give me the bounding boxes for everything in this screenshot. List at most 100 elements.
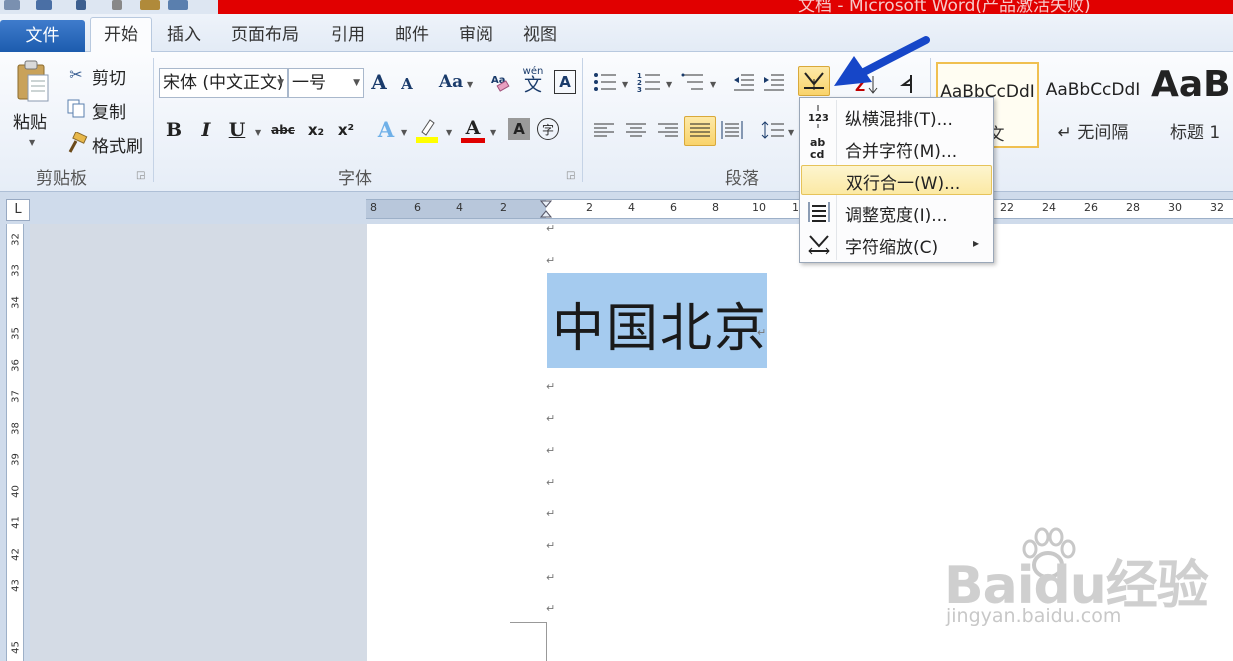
justify-icon[interactable] [684, 116, 716, 146]
copy-icon[interactable] [66, 98, 86, 118]
italic-button[interactable]: I [196, 118, 216, 142]
tab-insert[interactable]: 插入 [160, 18, 208, 52]
ruler-tick: 33 [10, 264, 22, 277]
grow-font-icon[interactable]: A [368, 70, 390, 94]
style-heading-1[interactable]: AaBb 标题 1 [1148, 62, 1233, 148]
tab-page-layout[interactable]: 页面布局 [222, 18, 308, 52]
text-effects-icon[interactable]: A [374, 116, 398, 142]
format-icon[interactable] [140, 0, 160, 10]
paste-button[interactable]: 粘贴 [13, 108, 47, 133]
paragraph-mark: ↵ [546, 254, 556, 267]
superscript-button[interactable]: x² [334, 118, 358, 142]
font-color-dropdown-icon[interactable]: ▼ [490, 128, 496, 137]
clipboard-group-label: 剪贴板 [36, 169, 87, 189]
menu-item-adjust-width[interactable]: 调整宽度(I)... [801, 197, 992, 227]
copy-button[interactable]: 复制 [92, 98, 126, 123]
ruler-tick: 41 [10, 516, 22, 529]
ruler-tick: 43 [10, 579, 22, 592]
align-left-icon[interactable] [592, 120, 616, 142]
ribbon-tab-bar: 文件 开始 插入 页面布局 引用 邮件 审阅 视图 [0, 14, 1233, 53]
multilevel-dropdown-icon[interactable]: ▼ [710, 80, 716, 89]
menu-item-combine-chars[interactable]: ab cd 合并字符(M)... [801, 133, 992, 163]
tab-file[interactable]: 文件 [0, 20, 85, 52]
tab-home[interactable]: 开始 [90, 17, 152, 53]
font-dialog-launcher[interactable]: ◲ [566, 170, 575, 181]
enclose-char-icon[interactable]: 字 [537, 118, 559, 140]
highlight-dropdown-icon[interactable]: ▼ [446, 128, 452, 137]
underline-button[interactable]: U [227, 118, 247, 142]
watermark: Baidu经验 jingyan.baidu.com [940, 525, 1230, 635]
line-spacing-icon[interactable] [760, 118, 786, 142]
ruler-tick: 32 [1210, 201, 1224, 214]
tab-selector[interactable]: L [6, 199, 30, 221]
highlight-icon[interactable] [414, 116, 440, 144]
indent-marker[interactable] [539, 200, 553, 218]
vertical-ruler[interactable]: 32 33 34 35 36 37 38 39 40 41 42 43 45 [6, 224, 24, 661]
menu-item-two-lines-in-one[interactable]: 双行合一(W)... [801, 165, 992, 195]
font-name-combo[interactable]: 宋体 (中文正文) ▼ [159, 68, 288, 98]
selected-text[interactable]: 中国北京 [552, 286, 768, 361]
paragraph-mark: ↵ [546, 476, 556, 489]
numbering-dropdown-icon[interactable]: ▼ [666, 80, 672, 89]
ruler-tick: 2 [586, 201, 593, 214]
chevron-down-icon[interactable]: ▼ [277, 69, 284, 97]
decrease-indent-icon[interactable] [732, 70, 756, 94]
tab-review[interactable]: 审阅 [450, 18, 502, 52]
undo-icon[interactable] [76, 0, 86, 10]
format-painter-icon[interactable] [66, 132, 88, 154]
phonetic-guide-icon[interactable]: wén 文 [520, 66, 546, 96]
ribbon: 粘贴 ▼ ✂ 剪切 复制 格式刷 剪贴板 ◲ 宋体 (中文正文) ▼ 一号 ▼ … [0, 52, 1233, 192]
tab-references[interactable]: 引用 [322, 18, 374, 52]
numbering-icon[interactable]: 123 [636, 70, 662, 94]
char-scale-icon [807, 232, 831, 256]
ruler-tick: 30 [1168, 201, 1182, 214]
paste-dropdown-icon[interactable]: ▼ [29, 138, 35, 147]
chevron-down-icon[interactable]: ▼ [353, 69, 360, 97]
asian-layout-button[interactable] [798, 66, 830, 96]
text-effects-dropdown-icon[interactable]: ▼ [401, 128, 407, 137]
window-title: 文档 - Microsoft Word(产品激活失败) [798, 0, 1091, 14]
tab-view[interactable]: 视图 [514, 18, 566, 52]
ruler-tick: 39 [10, 453, 22, 466]
align-center-icon[interactable] [624, 120, 648, 142]
ruler-tick: 42 [10, 548, 22, 561]
style-no-spacing[interactable]: AaBbCcDdI ↵ 无间隔 [1042, 62, 1144, 148]
cut-icon[interactable]: ✂ [66, 64, 86, 84]
clear-format-icon[interactable]: Aa [490, 70, 512, 94]
shrink-font-icon[interactable]: A [398, 74, 416, 94]
change-case-dropdown-icon[interactable]: ▼ [467, 80, 473, 89]
tab-mailings[interactable]: 邮件 [386, 18, 438, 52]
subscript-button[interactable]: x₂ [304, 118, 328, 142]
save-icon[interactable] [36, 0, 52, 10]
multilevel-list-icon[interactable] [680, 70, 706, 94]
font-color-icon[interactable]: A [460, 116, 486, 144]
paragraph-group-label: 段落 [725, 169, 759, 189]
svg-text:cd: cd [810, 148, 824, 161]
paste-icon[interactable] [12, 58, 54, 106]
clipboard-dialog-launcher[interactable]: ◲ [136, 170, 145, 181]
line-spacing-dropdown-icon[interactable]: ▼ [788, 128, 794, 137]
bullets-dropdown-icon[interactable]: ▼ [622, 80, 628, 89]
align-right-icon[interactable] [656, 120, 680, 142]
increase-indent-icon[interactable] [762, 70, 786, 94]
format-painter-button[interactable]: 格式刷 [92, 132, 143, 157]
bullets-icon[interactable] [592, 70, 618, 94]
distributed-icon[interactable] [720, 118, 744, 142]
ruler-tick: 35 [10, 327, 22, 340]
menu-item-char-scale[interactable]: 字符缩放(C) ▸ [801, 229, 992, 259]
char-shading-icon[interactable]: A [508, 118, 530, 140]
style-sample: AaBbCcDdI [1045, 80, 1141, 100]
strikethrough-button[interactable]: abc [270, 118, 296, 142]
change-case-icon[interactable]: Aa [438, 70, 464, 94]
ruler-tick: 2 [500, 201, 507, 214]
ruler-tick: 28 [1126, 201, 1140, 214]
bold-button[interactable]: B [164, 118, 184, 142]
menu-item-combine-vertical[interactable]: 123 纵横混排(T)... [801, 101, 992, 131]
cut-button[interactable]: 剪切 [92, 64, 126, 89]
word-icon[interactable] [4, 0, 20, 10]
char-border-icon[interactable]: A [554, 70, 576, 94]
font-size-combo[interactable]: 一号 ▼ [288, 68, 364, 98]
underline-dropdown-icon[interactable]: ▼ [255, 128, 261, 137]
print-preview-icon[interactable] [168, 0, 188, 10]
redo-icon[interactable] [112, 0, 122, 10]
